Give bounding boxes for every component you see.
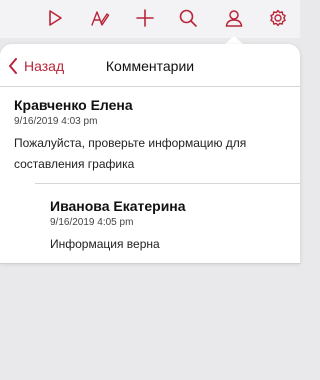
comment-date: 9/16/2019 4:03 pm bbox=[14, 116, 98, 127]
reply-text: Информация верна bbox=[50, 237, 160, 251]
popover-bottom-edge bbox=[0, 263, 300, 264]
reply-divider bbox=[35, 183, 300, 184]
popover-title: Комментарии bbox=[105, 57, 195, 74]
reply-item[interactable]: Иванова Екатерина 9/16/2019 4:05 pm Инфо… bbox=[50, 198, 290, 255]
play-icon[interactable] bbox=[40, 4, 70, 32]
person-icon[interactable] bbox=[219, 4, 249, 32]
gear-icon[interactable] bbox=[263, 4, 293, 32]
popover-nav-bar: Назад Комментарии bbox=[0, 44, 300, 87]
edit-text-icon[interactable] bbox=[85, 4, 115, 32]
search-icon[interactable] bbox=[173, 4, 203, 32]
comment-text: Пожалуйста, проверьте информацию для сос… bbox=[14, 136, 247, 171]
comment-author: Кравченко Елена bbox=[14, 97, 133, 113]
reply-author: Иванова Екатерина bbox=[50, 198, 186, 214]
comment-item[interactable]: Кравченко Елена 9/16/2019 4:03 pm Пожалу… bbox=[14, 97, 294, 175]
toolbar bbox=[0, 0, 300, 45]
comments-popover: Назад Комментарии Кравченко Елена 9/16/2… bbox=[0, 44, 300, 263]
plus-icon[interactable] bbox=[130, 4, 160, 32]
reply-date: 9/16/2019 4:05 pm bbox=[50, 217, 134, 228]
